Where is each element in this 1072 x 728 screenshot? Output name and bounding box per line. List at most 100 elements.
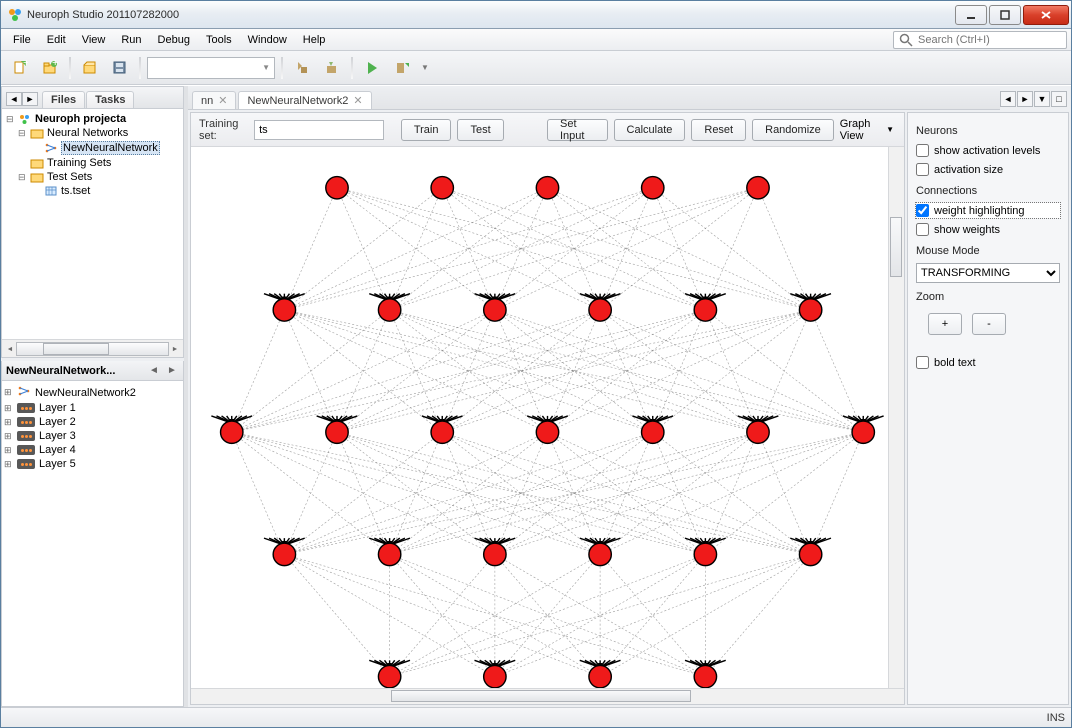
left-panel-tabs: ◄ ► Files Tasks: [2, 87, 183, 109]
menu-window[interactable]: Window: [240, 32, 295, 48]
mouse-mode-title: Mouse Mode: [916, 245, 1060, 257]
search-input[interactable]: [918, 34, 1062, 46]
network-graph-canvas[interactable]: [191, 147, 904, 704]
zoom-out-button[interactable]: -: [972, 313, 1006, 335]
navigator-layer[interactable]: Layer 3: [4, 429, 181, 443]
navigator-title: NewNeuralNetwork...: [6, 365, 115, 377]
layer-icon: [17, 431, 35, 441]
panel-nav-left-icon[interactable]: ◄: [6, 92, 22, 106]
editor-tabs: nn✕ NewNeuralNetwork2✕: [188, 88, 1000, 110]
close-tab-icon[interactable]: ✕: [218, 94, 227, 107]
navigator-layer[interactable]: Layer 5: [4, 457, 181, 471]
maximize-editor-icon[interactable]: □: [1051, 91, 1067, 107]
search-icon: [898, 32, 914, 48]
navigator-layer[interactable]: Layer 4: [4, 443, 181, 457]
toolbar-separator: [139, 57, 141, 79]
clean-build-button[interactable]: [319, 55, 345, 81]
navigator-root[interactable]: NewNeuralNetwork2: [4, 384, 181, 401]
connections-section-title: Connections: [916, 185, 1060, 197]
new-project-button[interactable]: +: [37, 55, 63, 81]
toolbar-separator: [351, 57, 353, 79]
toolbar-separator: [281, 57, 283, 79]
tree-neural-networks[interactable]: Neural Networks: [18, 126, 181, 140]
close-tab-icon[interactable]: ✕: [353, 94, 362, 107]
set-input-button[interactable]: Set Input: [547, 119, 608, 141]
panel-nav-right-icon[interactable]: ►: [165, 364, 179, 378]
view-mode-dropdown[interactable]: Graph View ▼: [840, 118, 896, 142]
folder-icon: [30, 157, 44, 169]
status-ins: INS: [1047, 712, 1065, 724]
weight-highlighting-checkbox[interactable]: weight highlighting: [916, 203, 1060, 218]
project-tree[interactable]: Neuroph projecta Neural Networks NewNeur…: [2, 109, 183, 339]
window-title: Neuroph Studio 201107282000: [27, 9, 955, 21]
layer-icon: [17, 445, 35, 455]
tabs-dropdown-icon[interactable]: ▼: [1034, 91, 1050, 107]
menu-view[interactable]: View: [74, 32, 114, 48]
run-dropdown[interactable]: ▼: [419, 55, 431, 81]
window-close-button[interactable]: [1023, 5, 1069, 25]
canvas-hscrollbar[interactable]: [191, 688, 904, 704]
test-button[interactable]: Test: [457, 119, 503, 141]
main-toolbar: + + ▼ ▼: [1, 51, 1071, 85]
menu-file[interactable]: File: [5, 32, 39, 48]
calculate-button[interactable]: Calculate: [614, 119, 686, 141]
network-graph-svg: [191, 147, 904, 704]
tabs-scroll-left-icon[interactable]: ◄: [1000, 91, 1016, 107]
tree-nn-file[interactable]: NewNeuralNetwork: [32, 140, 181, 156]
editor-tab-newneuralnetwork2[interactable]: NewNeuralNetwork2✕: [238, 91, 371, 109]
navigator-tree[interactable]: NewNeuralNetwork2 Layer 1 Layer 2 Layer …: [2, 381, 183, 474]
debug-button[interactable]: [389, 55, 415, 81]
menu-tools[interactable]: Tools: [198, 32, 240, 48]
tree-test-sets[interactable]: Test Sets: [18, 170, 181, 184]
menu-edit[interactable]: Edit: [39, 32, 74, 48]
neural-net-icon: [44, 142, 58, 154]
project-tree-hscroll[interactable]: [2, 339, 183, 357]
tabs-scroll-right-icon[interactable]: ►: [1017, 91, 1033, 107]
menu-help[interactable]: Help: [295, 32, 334, 48]
bold-text-checkbox[interactable]: bold text: [916, 355, 1060, 370]
zoom-title: Zoom: [916, 291, 1060, 303]
mouse-mode-select[interactable]: TRANSFORMING: [916, 263, 1060, 283]
tasks-tab[interactable]: Tasks: [86, 91, 134, 108]
training-set-input[interactable]: [254, 120, 384, 140]
tree-training-sets[interactable]: Training Sets: [18, 156, 181, 170]
navigator-layer[interactable]: Layer 2: [4, 415, 181, 429]
config-combo[interactable]: ▼: [147, 57, 275, 79]
project-icon: [18, 113, 32, 125]
build-button[interactable]: [289, 55, 315, 81]
run-button[interactable]: [359, 55, 385, 81]
folder-icon: [30, 171, 44, 183]
app-icon: [7, 7, 23, 23]
zoom-in-button[interactable]: +: [928, 313, 962, 335]
reset-button[interactable]: Reset: [691, 119, 746, 141]
panel-nav-left-icon[interactable]: ◄: [147, 364, 161, 378]
window-minimize-button[interactable]: [955, 5, 987, 25]
randomize-button[interactable]: Randomize: [752, 119, 834, 141]
editor-toolbar: Training set: Train Test Set Input Calcu…: [191, 113, 904, 147]
canvas-vscrollbar[interactable]: [888, 147, 904, 704]
toolbar-separator: [69, 57, 71, 79]
menu-run[interactable]: Run: [113, 32, 149, 48]
status-bar: INS: [1, 707, 1071, 727]
window-titlebar: Neuroph Studio 201107282000: [1, 1, 1071, 29]
save-all-button[interactable]: [107, 55, 133, 81]
show-weights-checkbox[interactable]: show weights: [916, 222, 1060, 237]
window-maximize-button[interactable]: [989, 5, 1021, 25]
navigator-layer[interactable]: Layer 1: [4, 401, 181, 415]
train-button[interactable]: Train: [401, 119, 452, 141]
search-box[interactable]: [893, 31, 1067, 49]
editor-tab-nn[interactable]: nn✕: [192, 91, 236, 109]
panel-nav-right-icon[interactable]: ►: [22, 92, 38, 106]
files-tab[interactable]: Files: [42, 91, 85, 108]
activation-size-checkbox[interactable]: activation size: [916, 162, 1060, 177]
tree-ts-file[interactable]: ts.tset: [32, 184, 181, 198]
menu-debug[interactable]: Debug: [150, 32, 198, 48]
new-file-button[interactable]: +: [7, 55, 33, 81]
menu-bar: File Edit View Run Debug Tools Window He…: [1, 29, 1071, 51]
training-set-label: Training set:: [199, 118, 246, 142]
show-activation-levels-checkbox[interactable]: show activation levels: [916, 143, 1060, 158]
navigator-header: NewNeuralNetwork... ◄ ►: [2, 361, 183, 381]
tree-project-root[interactable]: Neuroph projecta: [6, 112, 181, 126]
open-button[interactable]: [77, 55, 103, 81]
svg-text:+: +: [23, 60, 28, 69]
